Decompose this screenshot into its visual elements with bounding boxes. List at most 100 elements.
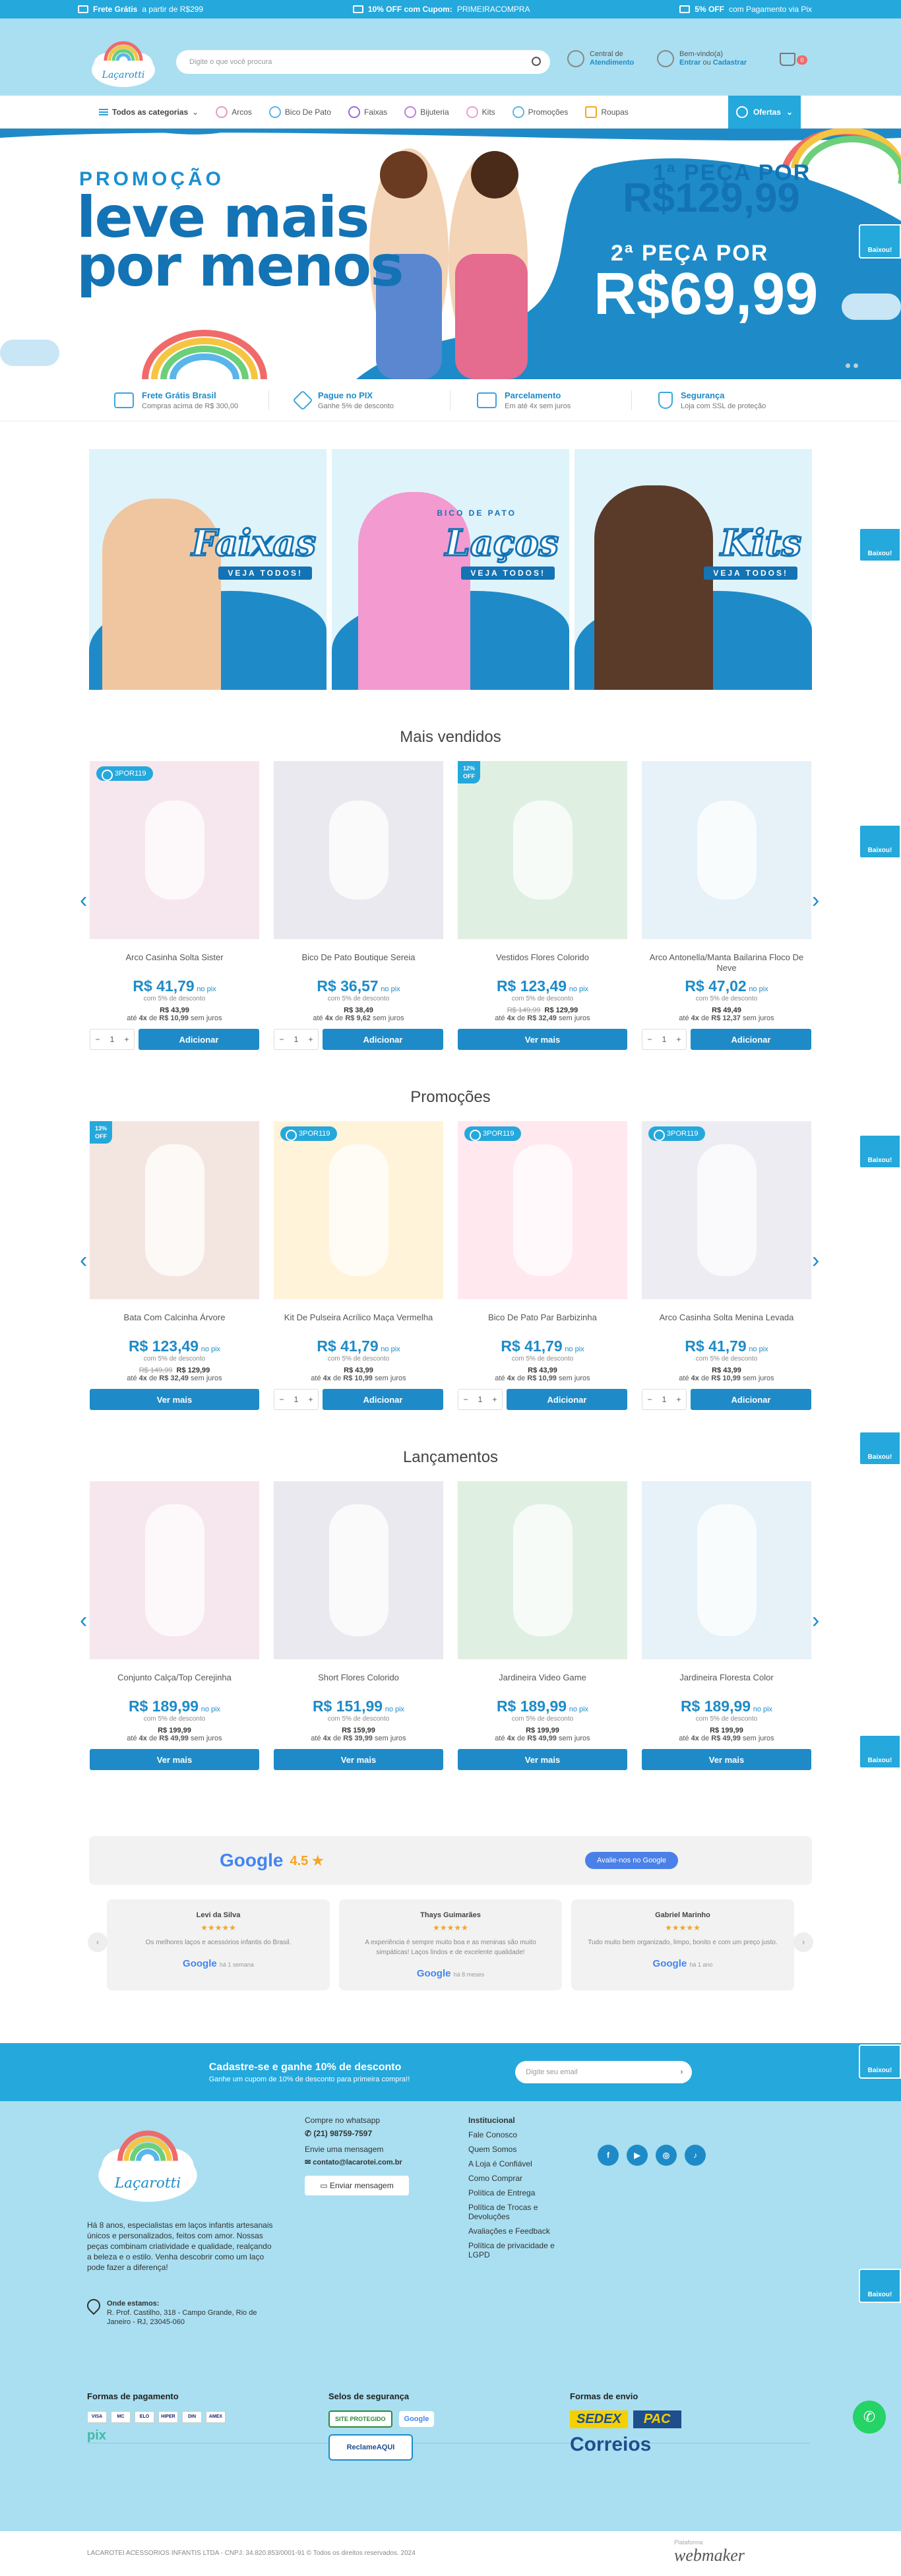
quantity-stepper[interactable]: −1 + <box>642 1029 687 1050</box>
chevron-right-icon[interactable]: › <box>812 1609 821 1632</box>
minus-icon[interactable]: − <box>464 1395 468 1404</box>
support-link[interactable]: Central de Atendimento <box>567 50 634 67</box>
product-name[interactable]: Arco Antonella/Manta Bailarina Floco De … <box>642 952 811 975</box>
nav-item-faixas[interactable]: Faixas <box>348 106 387 118</box>
product-image[interactable] <box>458 1481 627 1659</box>
product-card[interactable]: 13% OFF Bata Com Calcinha Árvore R$ 123,49… <box>90 1121 259 1410</box>
plus-icon[interactable]: + <box>308 1035 313 1044</box>
platform-logo[interactable]: webmaker <box>674 2546 745 2565</box>
category-banner-faixas[interactable]: Faixas VEJA TODOS! <box>89 449 326 690</box>
product-image[interactable] <box>642 1481 811 1659</box>
product-name[interactable]: Kit De Pulseira Acrílico Maça Vermelha <box>274 1312 443 1335</box>
product-name[interactable]: Jardineira Video Game <box>458 1672 627 1695</box>
add-to-cart-button[interactable]: Adicionar <box>323 1029 443 1050</box>
whatsapp-float-button[interactable]: ✆ <box>853 2401 886 2434</box>
nav-all-categories[interactable]: Todos as categorias ⌄ <box>99 107 199 117</box>
product-card[interactable]: Short Flores Colorido R$ 151,99 no pix com… <box>274 1481 443 1770</box>
plus-icon[interactable]: + <box>492 1395 497 1404</box>
chevron-left-icon[interactable]: ‹ <box>80 1609 89 1632</box>
product-card[interactable]: 3POR119 Arco Casinha Solta Sister R$ 41,79… <box>90 761 259 1050</box>
plus-icon[interactable]: + <box>308 1395 313 1404</box>
price-drop-tag[interactable]: Baixou! <box>859 1431 901 1465</box>
facebook-icon[interactable]: f <box>598 2145 619 2166</box>
chevron-left-icon[interactable]: ‹ <box>88 1932 108 1952</box>
product-image[interactable]: 3POR119 <box>274 1121 443 1299</box>
product-image[interactable]: 12% OFF <box>458 761 627 939</box>
nav-item-bico-de-pato[interactable]: Bico De Pato <box>268 106 331 118</box>
chevron-right-icon[interactable]: › <box>681 2068 683 2076</box>
minus-icon[interactable]: − <box>280 1395 284 1404</box>
instagram-icon[interactable]: ◎ <box>656 2145 677 2166</box>
footer-logo[interactable]: Laçarotti <box>87 2116 208 2208</box>
send-message-button[interactable]: ▭ Enviar mensagem <box>305 2176 409 2195</box>
product-name[interactable]: Arco Casinha Solta Sister <box>90 952 259 975</box>
price-drop-tag[interactable]: Baixou! <box>859 2269 901 2303</box>
product-image[interactable] <box>274 761 443 939</box>
product-card[interactable]: Jardineira Video Game R$ 189,99 no pix com… <box>458 1481 627 1770</box>
product-name[interactable]: Arco Casinha Solta Menina Levada <box>642 1312 811 1335</box>
store-logo[interactable]: Laçarotti <box>87 32 160 91</box>
see-more-button[interactable]: Ver mais <box>458 1029 627 1050</box>
nav-item-bijuteria[interactable]: Bijuteria <box>404 106 449 118</box>
footer-link[interactable]: Política de Entrega <box>468 2188 574 2197</box>
category-banner-kits[interactable]: Kits VEJA TODOS! <box>575 449 812 690</box>
product-image[interactable]: 3POR119 <box>642 1121 811 1299</box>
chevron-right-icon[interactable]: › <box>812 1249 821 1272</box>
review-us-button[interactable]: Avalie-nos no Google <box>585 1852 678 1869</box>
product-name[interactable]: Short Flores Colorido <box>274 1672 443 1695</box>
plus-icon[interactable]: + <box>676 1395 681 1404</box>
add-to-cart-button[interactable]: Adicionar <box>507 1389 627 1410</box>
search-input[interactable]: Digite o que você procura <box>176 50 550 74</box>
product-card[interactable]: Jardineira Floresta Color R$ 189,99 no pi… <box>642 1481 811 1770</box>
quantity-stepper[interactable]: −1 + <box>642 1389 687 1410</box>
category-banner-lacos[interactable]: BICO DE PATO Laços VEJA TODOS! <box>332 449 569 690</box>
quantity-stepper[interactable]: −1 + <box>274 1389 319 1410</box>
footer-link[interactable]: Política de privacidade e LGPD <box>468 2241 574 2259</box>
add-to-cart-button[interactable]: Adicionar <box>691 1029 811 1050</box>
chevron-left-icon[interactable]: ‹ <box>80 889 89 911</box>
hero-dot-active[interactable] <box>861 363 866 368</box>
footer-link[interactable]: Quem Somos <box>468 2145 574 2154</box>
product-card[interactable]: 3POR119 Bico De Pato Par Barbizinha R$ 41,… <box>458 1121 627 1410</box>
price-drop-tag[interactable]: Baixou! <box>859 2044 901 2079</box>
product-name[interactable]: Jardineira Floresta Color <box>642 1672 811 1695</box>
product-name[interactable]: Bico De Pato Boutique Sereia <box>274 952 443 975</box>
plus-icon[interactable]: + <box>124 1035 129 1044</box>
product-card[interactable]: Arco Antonella/Manta Bailarina Floco De … <box>642 761 811 1050</box>
product-name[interactable]: Vestidos Flores Colorido <box>458 952 627 975</box>
footer-link[interactable]: Política de Trocas e Devoluções <box>468 2203 574 2221</box>
see-more-button[interactable]: Ver mais <box>642 1749 811 1770</box>
footer-link[interactable]: Avaliações e Feedback <box>468 2226 574 2236</box>
nav-ofertas-button[interactable]: Ofertas ⌄ <box>728 96 801 129</box>
product-card[interactable]: 3POR119 Arco Casinha Solta Menina Levada R… <box>642 1121 811 1410</box>
see-more-button[interactable]: Ver mais <box>274 1749 443 1770</box>
footer-link[interactable]: A Loja é Confiável <box>468 2159 574 2168</box>
product-card[interactable]: 12% OFF Vestidos Flores Colorido R$ 123,49… <box>458 761 627 1050</box>
minus-icon[interactable]: − <box>96 1035 100 1044</box>
hero-banner[interactable]: PROMOÇÃO leve mais por menos 1ª PEÇA POR … <box>0 129 901 379</box>
chevron-right-icon[interactable]: › <box>793 1932 813 1952</box>
nav-item-arcos[interactable]: Arcos <box>216 106 252 118</box>
add-to-cart-button[interactable]: Adicionar <box>691 1389 811 1410</box>
see-more-button[interactable]: Ver mais <box>458 1749 627 1770</box>
hero-dot[interactable] <box>854 363 858 368</box>
footer-link[interactable]: Fale Conosco <box>468 2130 574 2139</box>
product-name[interactable]: Conjunto Calça/Top Cerejinha <box>90 1672 259 1695</box>
see-all-button[interactable]: VEJA TODOS! <box>461 567 555 580</box>
price-drop-tag[interactable]: Baixou! <box>859 528 901 562</box>
account-link[interactable]: Bem-vindo(a) Entrar ou Cadastrar <box>657 50 747 67</box>
see-more-button[interactable]: Ver mais <box>90 1749 259 1770</box>
nav-item-promocoes[interactable]: Promoções <box>512 106 568 118</box>
quantity-stepper[interactable]: −1 + <box>274 1029 319 1050</box>
product-card[interactable]: 3POR119 Kit De Pulseira Acrílico Maça Ver… <box>274 1121 443 1410</box>
chevron-left-icon[interactable]: ‹ <box>80 1249 89 1272</box>
youtube-icon[interactable]: ▶ <box>627 2145 648 2166</box>
add-to-cart-button[interactable]: Adicionar <box>139 1029 259 1050</box>
product-image[interactable]: 13% OFF <box>90 1121 259 1299</box>
nav-item-roupas[interactable]: Roupas <box>585 106 629 118</box>
quantity-stepper[interactable]: −1 + <box>90 1029 135 1050</box>
product-image[interactable] <box>274 1481 443 1659</box>
price-drop-tag[interactable]: Baixou! <box>859 824 901 859</box>
see-more-button[interactable]: Ver mais <box>90 1389 259 1410</box>
hero-dot[interactable] <box>846 363 850 368</box>
